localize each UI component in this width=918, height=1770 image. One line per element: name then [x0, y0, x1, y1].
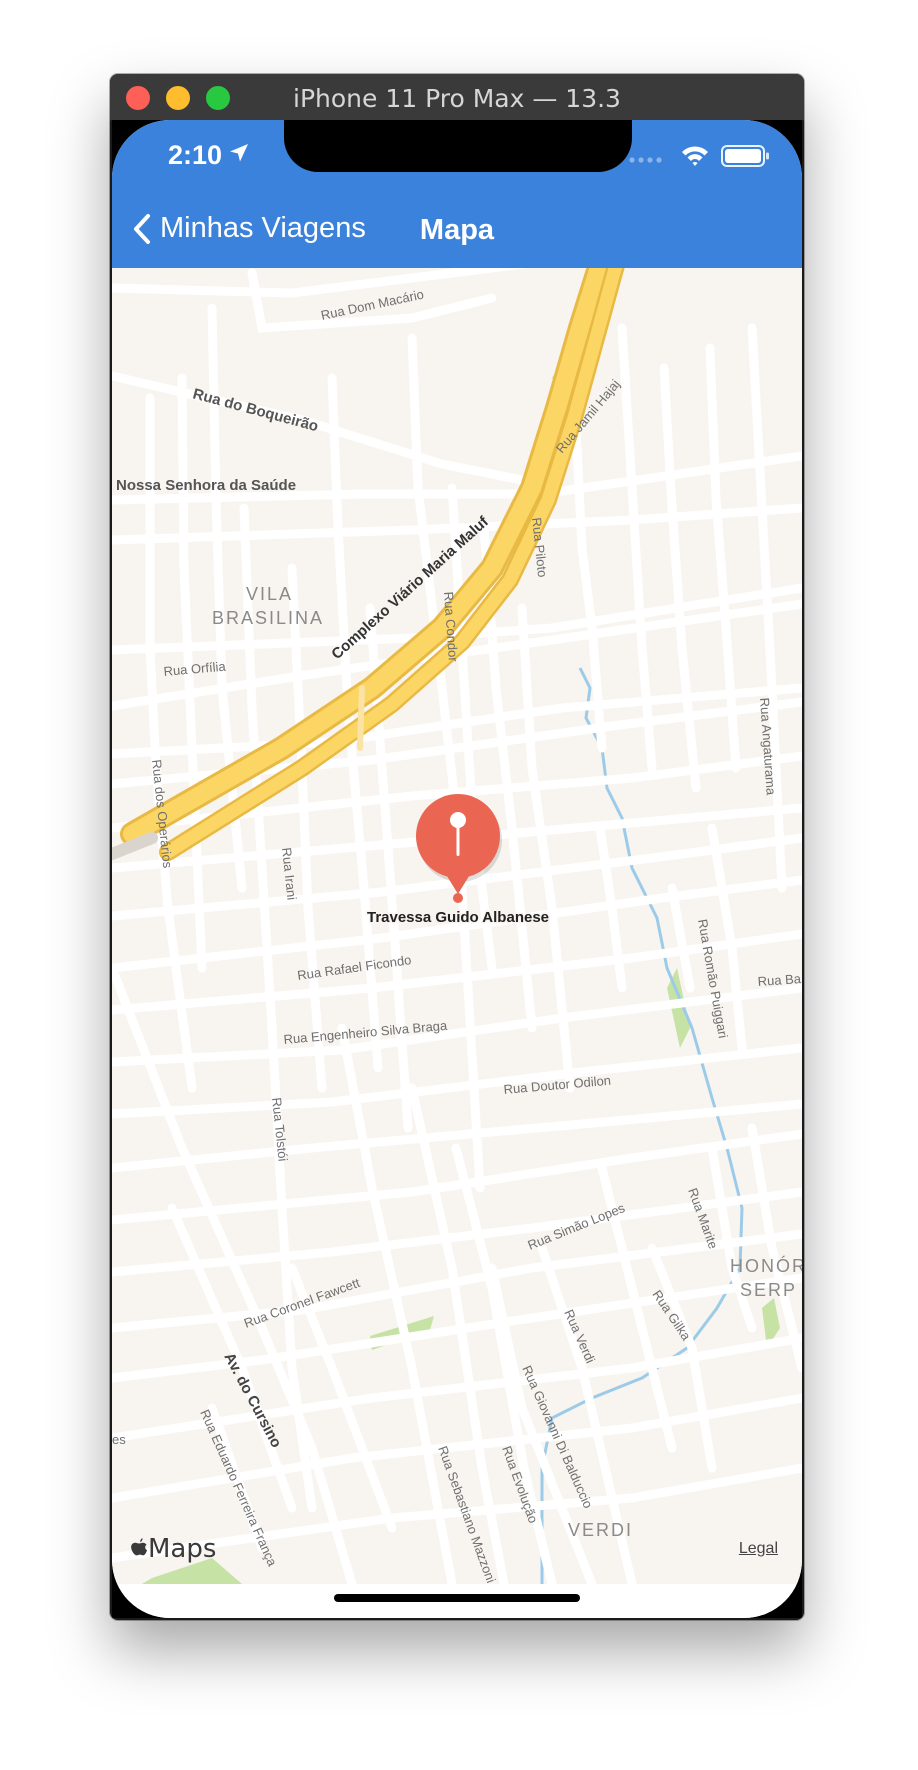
home-indicator[interactable]	[334, 1594, 580, 1602]
map-label: SERP	[740, 1280, 797, 1300]
map-label: Rua Ba	[757, 971, 802, 989]
apple-maps-logo: Maps	[130, 1534, 216, 1564]
window-titlebar: iPhone 11 Pro Max — 13.3	[110, 74, 804, 121]
apple-logo-icon	[131, 1538, 147, 1556]
map-view[interactable]: Rua Dom Macário Rua do Boqueirão Nossa S…	[112, 268, 802, 1584]
status-time: 2:10	[168, 140, 223, 170]
pin-label: Travessa Guido Albanese	[367, 909, 549, 926]
pin-dot	[453, 893, 463, 903]
simulator-window: iPhone 11 Pro Max — 13.3 2:10 Minhas Via…	[110, 74, 804, 1620]
page-title: Mapa	[419, 214, 495, 246]
map-label: Nossa Senhora da Saúde	[116, 477, 296, 494]
legal-link[interactable]: Legal	[739, 1540, 778, 1558]
battery-icon	[721, 145, 769, 167]
location-arrow-icon	[230, 144, 248, 162]
phone-frame: 2:10 Minhas Viagens Mapa Rua Dom Macário…	[112, 120, 802, 1618]
status-icons	[629, 145, 769, 167]
navigation-bar: 2:10 Minhas Viagens Mapa	[112, 120, 802, 268]
map-label: VILA	[246, 584, 293, 604]
maps-wordmark: Maps	[148, 1534, 217, 1564]
notch	[284, 120, 632, 172]
window-title: iPhone 11 Pro Max — 13.3	[293, 84, 621, 113]
map-label: es	[112, 1432, 126, 1447]
phone-screen: 2:10 Minhas Viagens Mapa Rua Dom Macário…	[112, 120, 802, 1618]
map-label: VERDI	[568, 1520, 633, 1540]
map-label: BRASILINA	[212, 608, 324, 628]
map-label: HONÓR	[730, 1255, 802, 1276]
wifi-icon	[682, 146, 708, 166]
signal-icon	[629, 157, 662, 163]
